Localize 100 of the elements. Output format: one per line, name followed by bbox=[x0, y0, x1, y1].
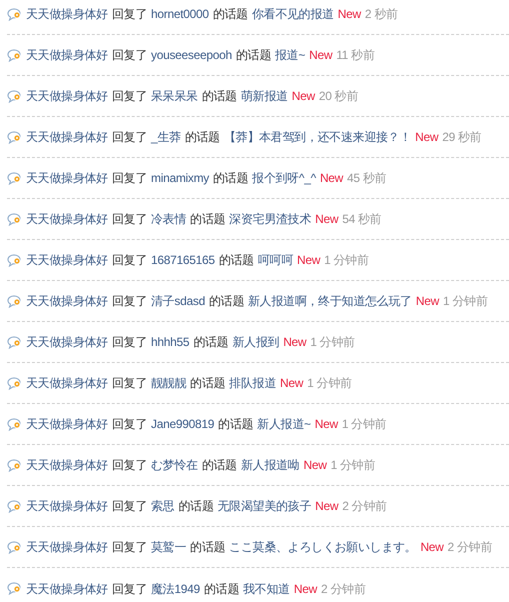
user-link[interactable]: 天天做操身体好 bbox=[26, 87, 108, 105]
topic-link[interactable]: 新人报道~ bbox=[257, 415, 311, 433]
topic-link[interactable]: 新人报道呦 bbox=[240, 456, 300, 474]
action-text: 回复了 bbox=[112, 457, 148, 474]
user-link[interactable]: 呆呆呆呆 bbox=[151, 87, 198, 105]
action-text: 回复了 bbox=[112, 539, 148, 556]
user-link[interactable]: 天天做操身体好 bbox=[26, 333, 108, 351]
user-link[interactable]: Jane990819 bbox=[151, 415, 214, 433]
relation-text: 的话题 bbox=[204, 580, 240, 598]
action-text: 回复了 bbox=[112, 211, 148, 228]
topic-link[interactable]: ここ莫桑、よろしくお願いします。 bbox=[229, 538, 416, 556]
user-link[interactable]: 天天做操身体好 bbox=[26, 538, 108, 556]
timestamp: 54 秒前 bbox=[342, 211, 382, 228]
user-link[interactable]: 天天做操身体好 bbox=[26, 251, 108, 269]
comment-icon bbox=[7, 418, 22, 430]
relation-text: 的话题 bbox=[190, 539, 226, 556]
timestamp: 1 分钟前 bbox=[330, 457, 376, 474]
user-link[interactable]: 靓靓靓 bbox=[151, 374, 186, 392]
user-link[interactable]: 天天做操身体好 bbox=[26, 497, 108, 515]
action-text: 回复了 bbox=[112, 88, 148, 105]
relation-text: 的话题 bbox=[190, 211, 226, 228]
relation-text: 的话题 bbox=[218, 416, 254, 433]
user-link[interactable]: 天天做操身体好 bbox=[26, 5, 108, 23]
timestamp: 1 分钟前 bbox=[442, 293, 488, 310]
relation-text: 的话题 bbox=[202, 88, 237, 105]
action-text: 回复了 bbox=[112, 334, 148, 351]
new-label: New bbox=[303, 457, 327, 474]
relation-text: 的话题 bbox=[218, 252, 254, 269]
new-label: New bbox=[292, 88, 315, 105]
user-link[interactable]: 天天做操身体好 bbox=[26, 374, 108, 392]
action-text: 回复了 bbox=[112, 129, 148, 146]
action-text: 回复了 bbox=[112, 375, 148, 392]
topic-link[interactable]: 深资宅男渣技术 bbox=[229, 210, 312, 228]
user-link[interactable]: 索思 bbox=[151, 497, 174, 515]
new-label: New bbox=[315, 498, 338, 515]
relation-text: 的话题 bbox=[208, 293, 244, 310]
new-label: New bbox=[315, 211, 338, 228]
user-link[interactable]: 莫鹫一 bbox=[151, 538, 186, 556]
topic-link[interactable]: 报道~ bbox=[274, 46, 306, 64]
user-link[interactable]: 天天做操身体好 bbox=[26, 580, 108, 598]
timestamp: 20 秒前 bbox=[318, 88, 358, 105]
user-link[interactable]: hhhh55 bbox=[151, 333, 190, 351]
topic-link[interactable]: 【莽】本君驾到，还不速来迎接？！ bbox=[224, 128, 412, 146]
timestamp: 2 分钟前 bbox=[448, 539, 492, 556]
comment-icon bbox=[7, 48, 22, 62]
topic-link[interactable]: 排队报道 bbox=[229, 374, 276, 392]
relation-text: 的话题 bbox=[184, 129, 220, 146]
comment-icon bbox=[7, 540, 22, 554]
new-label: New bbox=[314, 416, 338, 433]
topic-link[interactable]: 呵呵呵 bbox=[258, 251, 293, 269]
user-link[interactable]: 天天做操身体好 bbox=[26, 456, 108, 474]
user-link[interactable]: 天天做操身体好 bbox=[26, 128, 108, 146]
relation-text: 的话题 bbox=[212, 6, 248, 23]
relation-text: 的话题 bbox=[178, 498, 214, 515]
topic-link[interactable]: 你看不见的报道 bbox=[252, 5, 334, 23]
user-link[interactable]: 天天做操身体好 bbox=[26, 46, 108, 64]
new-label: New bbox=[294, 580, 317, 598]
timestamp: 45 秒前 bbox=[347, 170, 386, 187]
timestamp: 11 秒前 bbox=[336, 47, 374, 64]
topic-link[interactable]: 报个到呀^_^ bbox=[252, 169, 316, 187]
new-label: New bbox=[415, 129, 438, 146]
topic-link[interactable]: 新人报到 bbox=[232, 333, 280, 351]
action-text: 回复了 bbox=[112, 170, 148, 187]
topic-link[interactable]: 萌新报道 bbox=[240, 87, 288, 105]
comment-icon bbox=[7, 8, 22, 20]
relation-text: 的话题 bbox=[212, 170, 248, 187]
user-link[interactable]: 清子sdasd bbox=[151, 292, 205, 310]
user-link[interactable]: 天天做操身体好 bbox=[26, 292, 108, 310]
action-text: 回复了 bbox=[112, 252, 148, 269]
user-link[interactable]: _生莽 bbox=[151, 128, 181, 146]
new-label: New bbox=[296, 252, 320, 269]
timestamp: 2 分钟前 bbox=[342, 498, 387, 515]
topic-link[interactable]: 我不知道 bbox=[243, 580, 290, 598]
user-link[interactable]: む梦怜在 bbox=[151, 456, 198, 474]
relation-text: 的话题 bbox=[190, 375, 226, 392]
user-link[interactable]: 天天做操身体好 bbox=[26, 210, 108, 228]
action-text: 回复了 bbox=[112, 498, 148, 515]
action-text: 回复了 bbox=[112, 6, 148, 23]
user-link[interactable]: hornet0000 bbox=[151, 5, 209, 23]
user-link[interactable]: 天天做操身体好 bbox=[26, 415, 108, 433]
timestamp: 1 分钟前 bbox=[342, 416, 386, 433]
user-link[interactable]: 魔法1949 bbox=[151, 580, 200, 598]
new-label: New bbox=[320, 170, 344, 187]
new-label: New bbox=[420, 539, 444, 556]
action-text: 回复了 bbox=[112, 416, 148, 433]
user-link[interactable]: 1687165165 bbox=[151, 251, 215, 269]
new-label: New bbox=[283, 334, 306, 351]
relation-text: 的话题 bbox=[202, 457, 237, 474]
topic-link[interactable]: 无限渴望美的孩子 bbox=[218, 497, 312, 515]
user-link[interactable]: minamixmy bbox=[151, 169, 209, 187]
action-text: 回复了 bbox=[112, 47, 148, 64]
comment-icon bbox=[7, 294, 22, 308]
topic-link[interactable]: 新人报道啊，终于知道怎么玩了 bbox=[248, 292, 412, 310]
comment-icon bbox=[7, 336, 22, 348]
timestamp: 2 分钟前 bbox=[320, 580, 366, 598]
user-link[interactable]: 天天做操身体好 bbox=[26, 169, 108, 187]
user-link[interactable]: youseeseepooh bbox=[151, 46, 232, 64]
relation-text: 的话题 bbox=[236, 47, 271, 64]
timestamp: 1 分钟前 bbox=[324, 252, 369, 269]
user-link[interactable]: 冷表情 bbox=[151, 210, 186, 228]
